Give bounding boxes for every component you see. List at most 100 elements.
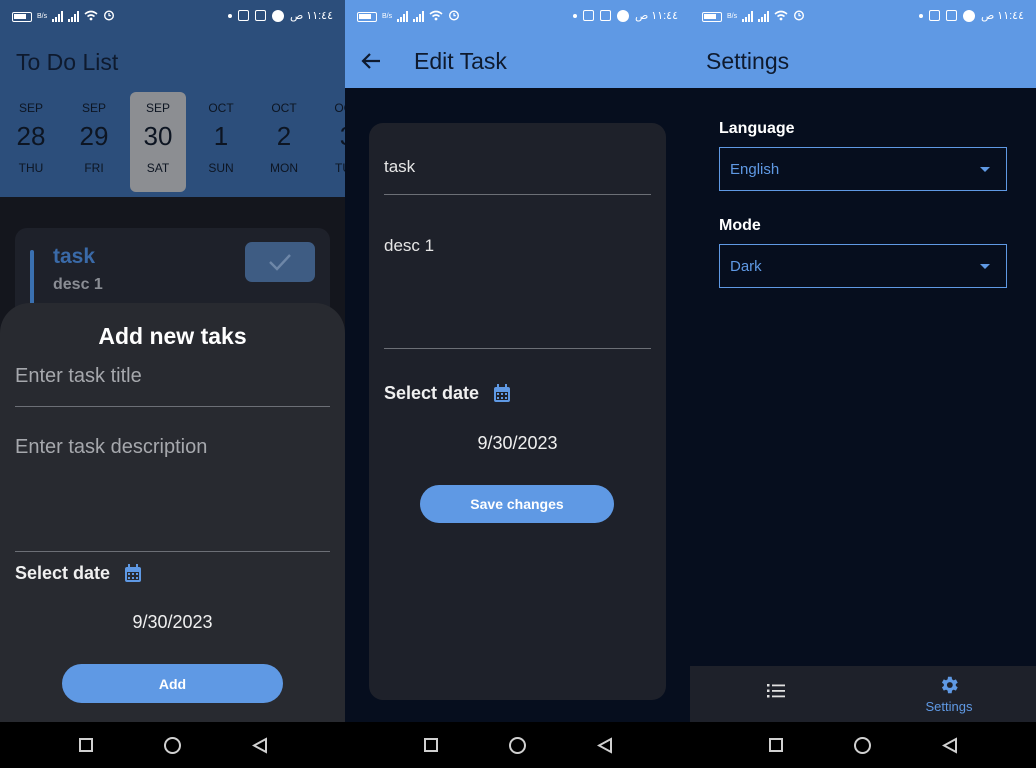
home-icon[interactable]: [509, 737, 526, 754]
settings-header: B/s ١١:٤٤ ص Settings: [690, 0, 1036, 88]
selected-date: 9/30/2023: [132, 612, 213, 632]
alarm-icon: [103, 9, 115, 24]
back-arrow-icon[interactable]: [360, 51, 382, 71]
bottom-nav: Settings: [690, 666, 1036, 722]
system-nav-bar: [345, 722, 690, 768]
notification-dot: [227, 13, 232, 18]
edit-header: B/s ١١:٤٤ ص Edit Task: [345, 0, 690, 88]
task-description-placeholder: Enter task description: [15, 436, 208, 458]
calendar-icon[interactable]: [124, 564, 142, 583]
gear-icon: [941, 676, 958, 694]
date-month: SEP: [81, 101, 106, 115]
date-month: OCT: [271, 101, 297, 115]
date-cell[interactable]: OCT 1 SUN: [193, 92, 249, 192]
outlook-icon: [254, 10, 266, 21]
wifi-icon: [84, 10, 98, 24]
page-title: Settings: [706, 48, 790, 74]
date-day: 1: [213, 121, 229, 151]
alarm-icon: [793, 9, 805, 24]
task-title-input[interactable]: Enter task title: [15, 365, 330, 407]
app-icon: [616, 9, 629, 22]
back-icon[interactable]: [252, 737, 268, 754]
signal-icon: [742, 11, 754, 22]
add-button[interactable]: Add: [62, 664, 283, 703]
system-nav-bar: [690, 722, 1036, 768]
clock: ١١:٤٤ ص: [634, 10, 678, 22]
back-icon[interactable]: [597, 737, 613, 754]
date-weekday: SAT: [146, 161, 170, 175]
task-description-value: desc 1: [384, 236, 435, 255]
select-date-row[interactable]: Select date: [15, 563, 142, 584]
notification-dot: [918, 13, 923, 18]
chevron-down-icon: [980, 167, 990, 172]
signal-icon: [52, 11, 64, 22]
date-cell[interactable]: SEP 28 THU: [3, 92, 59, 192]
battery-icon: [12, 11, 32, 22]
signal-icon-2: [413, 11, 425, 22]
date-day: 29: [79, 121, 109, 151]
recents-icon[interactable]: [769, 738, 783, 752]
select-date-label: Select date: [384, 383, 480, 403]
sim-icon: [928, 10, 940, 21]
list-header: B/s ١١:٤٤ ص To Do List SEP 28 THU SEP 29…: [0, 0, 345, 197]
sim-icon: [237, 10, 249, 21]
language-dropdown[interactable]: English: [719, 147, 1007, 191]
chevron-down-icon: [980, 264, 990, 269]
mode-dropdown[interactable]: Dark: [719, 244, 1007, 288]
date-month: SEP: [18, 101, 43, 115]
select-date-row[interactable]: Select date: [384, 383, 511, 404]
date-month: OCT: [334, 101, 345, 115]
save-changes-button[interactable]: Save changes: [420, 485, 614, 523]
date-strip: SEP 28 THU SEP 29 FRI SEP 30 SAT OCT 1 S…: [0, 92, 345, 192]
battery-icon: [357, 11, 377, 22]
battery-icon: [702, 11, 722, 22]
edit-task-card: task desc 1 Select date 9/30/2023 Save c…: [369, 123, 666, 700]
task-accent-bar: [30, 250, 34, 310]
list-icon[interactable]: [766, 682, 786, 700]
task-title-placeholder: Enter task title: [15, 365, 142, 387]
calendar-icon[interactable]: [493, 384, 511, 403]
wifi-icon: [774, 10, 788, 24]
status-bar: B/s ١١:٤٤ ص: [690, 0, 1036, 34]
date-month: SEP: [145, 101, 170, 115]
task-title: task: [53, 245, 96, 268]
selected-date: 9/30/2023: [477, 433, 558, 453]
task-description-input[interactable]: Enter task description: [15, 436, 330, 552]
date-weekday: THU: [18, 161, 44, 175]
recents-icon[interactable]: [79, 738, 93, 752]
data-rate: B/s: [382, 13, 393, 20]
date-day: 28: [16, 121, 46, 151]
clock: ١١:٤٤ ص: [980, 10, 1024, 22]
date-cell[interactable]: SEP 29 FRI: [66, 92, 122, 192]
status-bar: B/s ١١:٤٤ ص: [345, 0, 690, 34]
alarm-icon: [448, 9, 460, 24]
signal-icon-2: [758, 11, 770, 22]
sim-icon: [582, 10, 594, 21]
mode-label: Mode: [719, 217, 761, 234]
mark-done-button[interactable]: [245, 242, 315, 282]
back-icon[interactable]: [942, 737, 958, 754]
language-value: English: [730, 160, 780, 178]
nav-settings-tab[interactable]: Settings: [912, 674, 986, 714]
task-title-input[interactable]: task: [384, 157, 651, 195]
date-cell[interactable]: OCT 3 TUE: [319, 92, 345, 192]
date-weekday: TUE: [335, 161, 345, 175]
data-rate: B/s: [727, 13, 738, 20]
check-icon: [269, 254, 291, 271]
date-month: OCT: [208, 101, 234, 115]
add-task-sheet: Add new taks Enter task title Enter task…: [0, 303, 345, 723]
date-weekday: MON: [270, 161, 298, 175]
select-date-label: Select date: [15, 563, 111, 583]
home-icon[interactable]: [164, 737, 181, 754]
date-cell[interactable]: OCT 2 MON: [256, 92, 312, 192]
task-description-input[interactable]: desc 1: [384, 236, 651, 349]
system-nav-bar: [0, 722, 345, 768]
edit-task-screen: B/s ١١:٤٤ ص Edit Task task desc 1 Select…: [345, 0, 690, 768]
recents-icon[interactable]: [424, 738, 438, 752]
signal-icon-2: [68, 11, 80, 22]
wifi-icon: [429, 10, 443, 24]
date-weekday: SUN: [208, 161, 234, 175]
date-cell-selected[interactable]: SEP 30 SAT: [130, 92, 186, 192]
home-icon[interactable]: [854, 737, 871, 754]
date-weekday: FRI: [84, 161, 104, 175]
